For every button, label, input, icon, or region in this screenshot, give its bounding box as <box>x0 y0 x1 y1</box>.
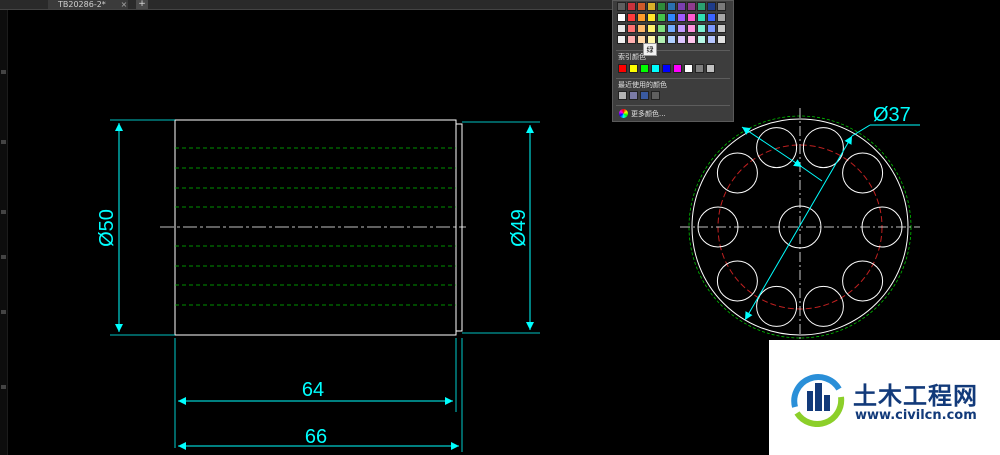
color-swatch[interactable] <box>657 13 666 22</box>
color-swatch[interactable] <box>707 2 716 11</box>
dim-label-d50: Ø50 <box>96 209 118 247</box>
dim-leader-d37 <box>744 135 853 321</box>
color-swatch[interactable] <box>697 24 706 33</box>
color-swatch[interactable] <box>627 13 636 22</box>
color-swatch[interactable] <box>617 35 626 44</box>
color-wheel-icon <box>619 109 628 118</box>
color-swatch[interactable] <box>657 35 666 44</box>
cylinder-step-outline <box>455 120 463 335</box>
dimension-d50: Ø50 <box>96 119 175 336</box>
watermark-url: www.civilcn.com <box>855 408 977 423</box>
color-swatch[interactable] <box>657 24 666 33</box>
palette-separator <box>616 78 730 79</box>
dim-label-d49: Ø49 <box>508 209 530 247</box>
index-color-swatch[interactable] <box>629 64 638 73</box>
cylinder-outline <box>174 119 457 336</box>
color-swatch[interactable] <box>617 13 626 22</box>
dimension-d49: Ø49 <box>462 121 540 334</box>
index-color-swatch[interactable] <box>684 64 693 73</box>
index-color-swatch[interactable] <box>640 64 649 73</box>
index-color-swatch[interactable] <box>673 64 682 73</box>
more-colors-item[interactable]: 更多颜色... <box>631 110 666 118</box>
hidden-lines <box>175 147 456 306</box>
color-swatch[interactable] <box>677 24 686 33</box>
palette-separator <box>616 105 730 106</box>
color-swatch[interactable] <box>627 35 636 44</box>
side-view: Ø37 <box>680 104 920 346</box>
front-view <box>160 119 466 336</box>
color-swatch[interactable] <box>707 13 716 22</box>
color-swatch[interactable] <box>687 2 696 11</box>
color-swatch[interactable] <box>717 13 726 22</box>
color-swatch[interactable] <box>687 24 696 33</box>
recent-color-swatch[interactable] <box>618 91 627 100</box>
color-swatch[interactable] <box>667 35 676 44</box>
index-color-swatch[interactable] <box>706 64 715 73</box>
color-swatch[interactable] <box>627 24 636 33</box>
color-swatch[interactable] <box>637 24 646 33</box>
color-swatch[interactable] <box>667 24 676 33</box>
color-swatch[interactable] <box>677 2 686 11</box>
index-color-label: 索引颜色 <box>618 53 646 61</box>
index-color-swatch[interactable] <box>695 64 704 73</box>
color-swatch[interactable] <box>717 2 726 11</box>
index-color-swatch[interactable] <box>618 64 627 73</box>
index-color-swatch[interactable] <box>662 64 671 73</box>
civilcn-logo-icon <box>791 374 845 427</box>
color-swatch[interactable] <box>687 35 696 44</box>
color-tooltip: 绿 <box>643 43 657 56</box>
color-swatch[interactable] <box>657 2 666 11</box>
watermark-cn-text: 土木工程网 <box>853 382 978 410</box>
recent-color-swatch[interactable] <box>629 91 638 100</box>
color-swatch[interactable] <box>637 2 646 11</box>
color-swatch[interactable] <box>647 2 656 11</box>
color-swatch[interactable] <box>647 24 656 33</box>
color-swatch[interactable] <box>617 24 626 33</box>
color-swatch[interactable] <box>697 2 706 11</box>
color-picker-popup: 索引颜色 最近使用的颜色 更多颜色... <box>612 0 734 122</box>
watermark-logo: 土木工程网 www.civilcn.com <box>769 340 1000 455</box>
color-swatch[interactable] <box>717 35 726 44</box>
recent-color-swatch[interactable] <box>640 91 649 100</box>
palette-separator <box>616 50 730 51</box>
dim-label-66: 66 <box>305 426 327 448</box>
color-swatch[interactable] <box>667 13 676 22</box>
dim-label-64: 64 <box>302 379 324 401</box>
dim-label-d37: Ø37 <box>873 104 911 126</box>
color-swatch[interactable] <box>707 35 716 44</box>
color-swatch[interactable] <box>647 13 656 22</box>
color-swatch[interactable] <box>687 13 696 22</box>
color-swatch[interactable] <box>707 24 716 33</box>
index-color-swatch[interactable] <box>651 64 660 73</box>
color-swatch[interactable] <box>677 13 686 22</box>
color-swatch[interactable] <box>697 13 706 22</box>
color-swatch[interactable] <box>697 35 706 44</box>
color-swatch[interactable] <box>667 2 676 11</box>
color-swatch[interactable] <box>717 24 726 33</box>
color-swatch[interactable] <box>677 35 686 44</box>
color-swatch[interactable] <box>617 2 626 11</box>
recent-color-swatch[interactable] <box>651 91 660 100</box>
recent-color-label: 最近使用的颜色 <box>618 81 667 89</box>
color-swatch[interactable] <box>637 13 646 22</box>
color-swatch[interactable] <box>627 2 636 11</box>
